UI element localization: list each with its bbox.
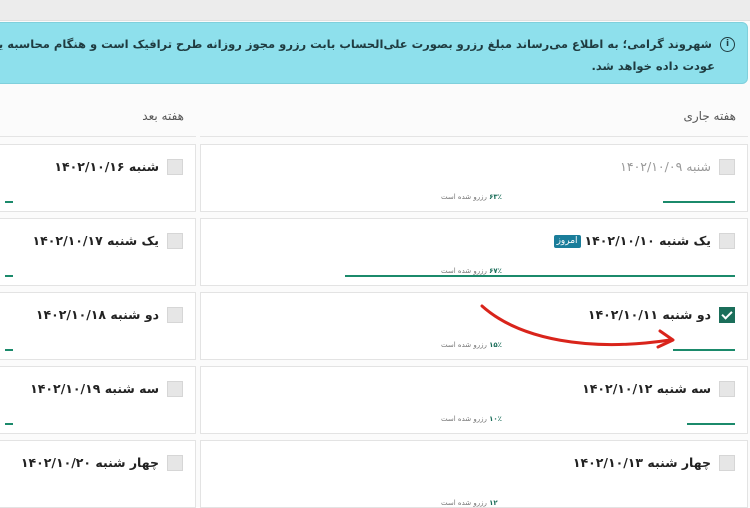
day-checkbox[interactable]: [719, 233, 735, 249]
day-checkbox[interactable]: [719, 159, 735, 175]
notice-line-2: عودت داده خواهد شد.: [591, 59, 715, 73]
day-label: چهار شنبه ۱۴۰۲/۱۰/۲۰: [20, 455, 159, 470]
info-notice: i شهروند گرامی؛ به اطلاع می‌رساند مبلغ ر…: [0, 22, 748, 84]
browser-top-strip: [0, 0, 750, 21]
day-row[interactable]: چهار شنبه ۱۴۰۲/۱۰/۲۰: [0, 440, 196, 508]
reserved-percent: ۱۲ رزرو شده است: [441, 499, 498, 507]
red-annotation-arrow-icon: [480, 304, 675, 349]
day-checkbox[interactable]: [167, 381, 183, 397]
day-row[interactable]: سه شنبه ۱۴۰۲/۱۰/۱۲ ۱۰٪ رزرو شده است: [200, 366, 748, 434]
next-week-column: هفته بعد شنبه ۱۴۰۲/۱۰/۱۶ یک شنبه ۱۴۰۲/۱۰…: [0, 96, 196, 508]
reserve-progress-bar: [5, 423, 13, 425]
day-checkbox[interactable]: [167, 455, 183, 471]
reserve-progress-bar: [5, 201, 13, 203]
day-row[interactable]: دو شنبه ۱۴۰۲/۱۰/۱۸: [0, 292, 196, 360]
today-badge: امروز: [553, 235, 581, 248]
day-label: سه شنبه ۱۴۰۲/۱۰/۱۲: [582, 381, 711, 396]
day-row[interactable]: چهار شنبه ۱۴۰۲/۱۰/۱۳ ۱۲ رزرو شده است: [200, 440, 748, 508]
reserve-progress-bar: [5, 275, 13, 277]
reserve-progress-bar: [5, 349, 13, 351]
day-label: دو شنبه ۱۴۰۲/۱۰/۱۸: [35, 307, 159, 322]
reserve-progress-bar: [687, 423, 735, 425]
day-checkbox[interactable]: [167, 307, 183, 323]
current-week-title: هفته جاری: [200, 96, 748, 137]
day-checkbox-checked[interactable]: [719, 307, 735, 323]
day-row[interactable]: یک شنبه ۱۴۰۲/۱۰/۱۰امروز ۶۷٪ رزرو شده است: [200, 218, 748, 286]
reserve-progress-bar: [663, 201, 735, 203]
reserved-percent: ۶۷٪ رزرو شده است: [441, 267, 502, 275]
day-row[interactable]: شنبه ۱۴۰۲/۱۰/۱۶: [0, 144, 196, 212]
notice-line-1: شهروند گرامی؛ به اطلاع می‌رساند مبلغ رزر…: [0, 37, 712, 51]
day-row[interactable]: سه شنبه ۱۴۰۲/۱۰/۱۹: [0, 366, 196, 434]
day-label: شنبه ۱۴۰۲/۱۰/۰۹: [620, 159, 711, 174]
day-label: شنبه ۱۴۰۲/۱۰/۱۶: [54, 159, 159, 174]
day-label: سه شنبه ۱۴۰۲/۱۰/۱۹: [30, 381, 159, 396]
reserved-percent: ۶۳٪ رزرو شده است: [441, 193, 502, 201]
day-checkbox[interactable]: [719, 381, 735, 397]
info-icon: i: [720, 37, 735, 52]
day-label: یک شنبه ۱۴۰۲/۱۰/۱۷: [32, 233, 159, 248]
day-label: یک شنبه ۱۴۰۲/۱۰/۱۰امروز: [553, 233, 711, 248]
reserve-progress-bar: [345, 275, 735, 277]
day-checkbox[interactable]: [167, 159, 183, 175]
reserved-percent: ۱۰٪ رزرو شده است: [441, 415, 502, 423]
day-checkbox[interactable]: [719, 455, 735, 471]
day-label: چهار شنبه ۱۴۰۲/۱۰/۱۳: [572, 455, 711, 470]
current-week-column: هفته جاری شنبه ۱۴۰۲/۱۰/۰۹ ۶۳٪ رزرو شده ا…: [200, 96, 748, 508]
next-week-title: هفته بعد: [0, 96, 196, 137]
day-row[interactable]: یک شنبه ۱۴۰۲/۱۰/۱۷: [0, 218, 196, 286]
day-checkbox[interactable]: [167, 233, 183, 249]
day-row[interactable]: شنبه ۱۴۰۲/۱۰/۰۹ ۶۳٪ رزرو شده است: [200, 144, 748, 212]
